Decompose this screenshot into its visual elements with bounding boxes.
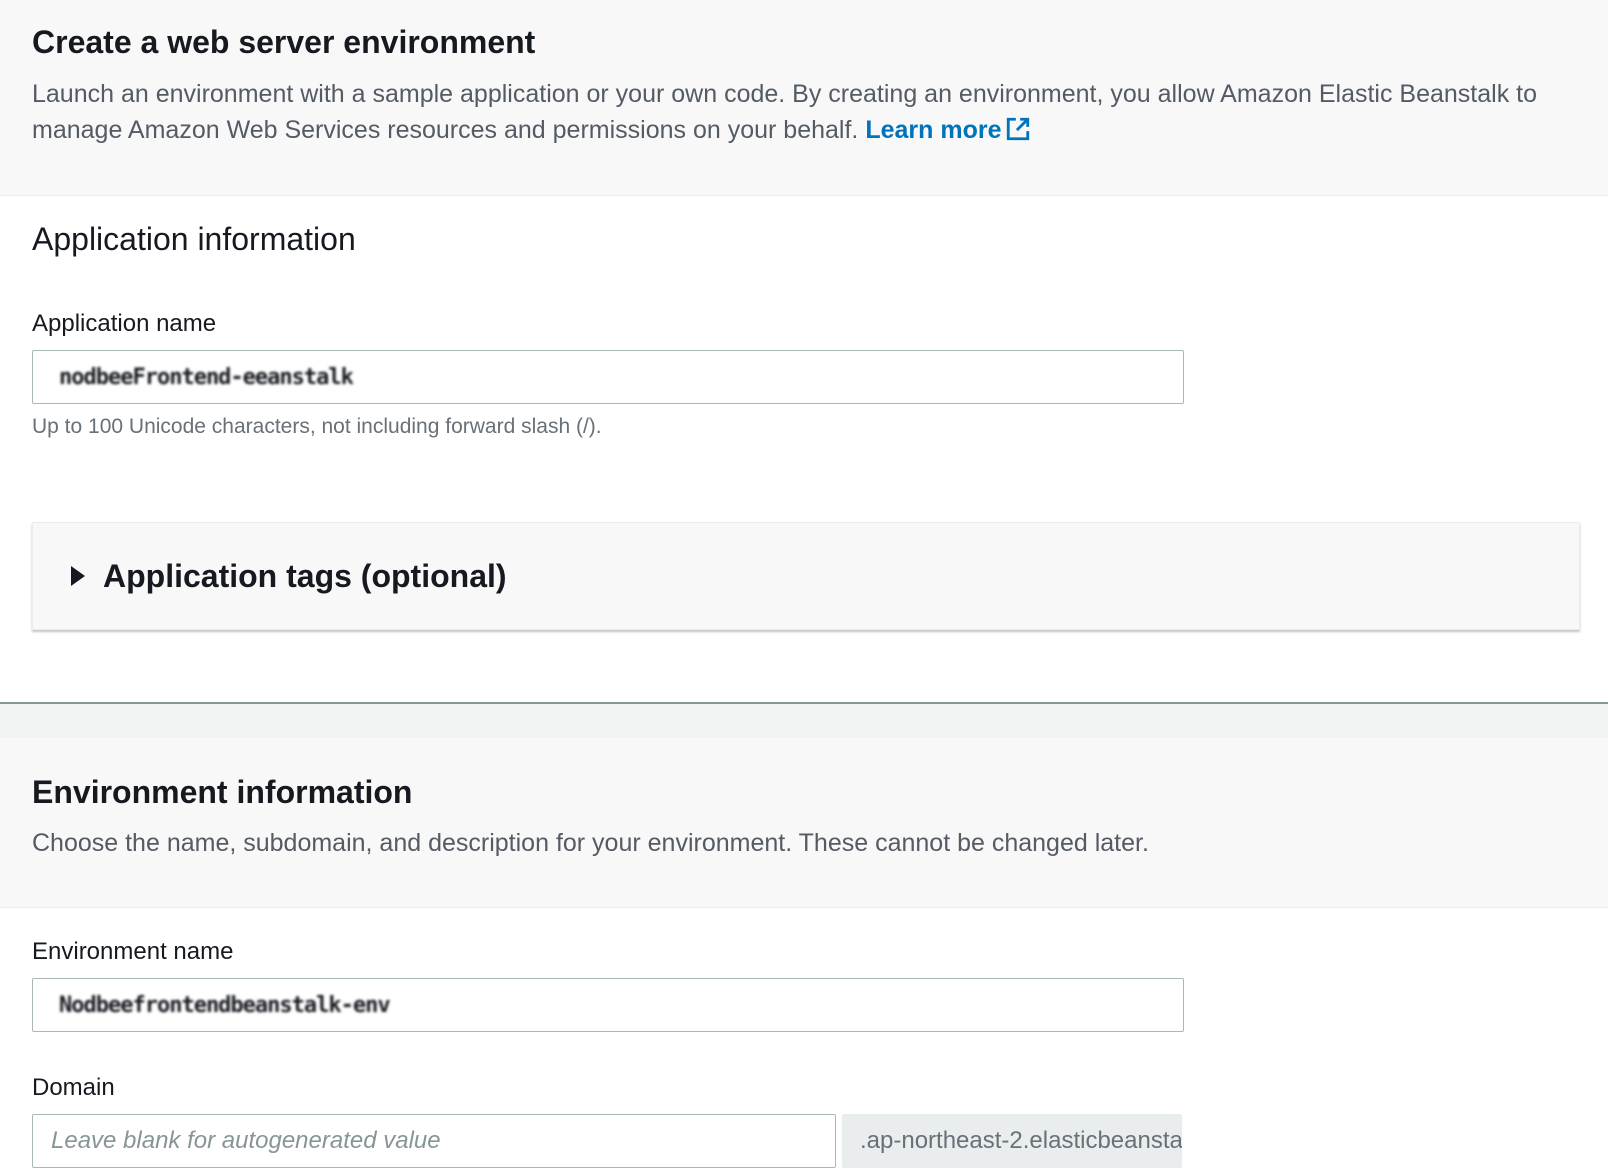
environment-information-description: Choose the name, subdomain, and descript… <box>32 829 1149 857</box>
learn-more-link[interactable]: Learn more <box>865 116 1031 144</box>
application-tags-title: Application tags (optional) <box>103 557 507 594</box>
external-link-icon <box>1007 117 1030 141</box>
domain-label: Domain <box>32 1074 115 1101</box>
environment-name-input[interactable]: Nodbeefrontendbeanstalk-env <box>32 978 1184 1032</box>
section-divider <box>0 702 1608 738</box>
application-information-section: Application information Application name… <box>0 196 1608 702</box>
learn-more-label: Learn more <box>865 116 1002 144</box>
environment-name-label: Environment name <box>32 938 234 965</box>
environment-information-body: Environment name Nodbeefrontendbeanstalk… <box>0 908 1608 1168</box>
page-header: Create a web server environment Launch a… <box>0 0 1608 196</box>
application-name-hint: Up to 100 Unicode characters, not includ… <box>32 415 602 438</box>
application-information-title: Application information <box>32 221 356 257</box>
application-name-value: nodbeeFrontend-eeanstalk <box>59 364 354 390</box>
environment-information-title: Environment information <box>32 774 413 810</box>
environment-name-field[interactable]: Nodbeefrontendbeanstalk-env <box>32 978 1184 1032</box>
application-tags-expander[interactable]: Application tags (optional) <box>32 522 1580 630</box>
application-name-label: Application name <box>32 310 217 337</box>
caret-right-icon <box>71 566 85 586</box>
application-name-field[interactable]: nodbeeFrontend-eeanstalk <box>32 350 1184 404</box>
environment-information-header: Environment information Choose the name,… <box>0 738 1608 908</box>
environment-name-value: Nodbeefrontendbeanstalk-env <box>59 992 391 1018</box>
domain-suffix: .ap-northeast-2.elasticbeanstalk.com <box>842 1114 1182 1168</box>
application-name-input[interactable]: nodbeeFrontend-eeanstalk <box>32 350 1184 404</box>
domain-input[interactable] <box>32 1114 836 1168</box>
page-title: Create a web server environment <box>32 24 536 60</box>
domain-row: .ap-northeast-2.elasticbeanstalk.com <box>32 1114 1576 1168</box>
page-description: Launch an environment with a sample appl… <box>32 76 1592 148</box>
page-description-text: Launch an environment with a sample appl… <box>32 80 1538 144</box>
